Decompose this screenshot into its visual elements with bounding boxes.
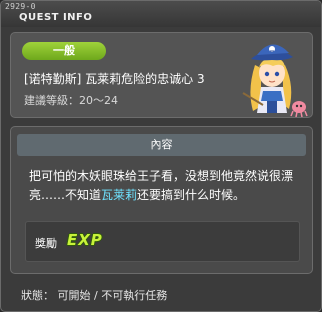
quest-description: 把可怕的木妖眼珠给王子看，没想到他竟然说很漂亮……不知道瓦莱莉还要搞到什么时候。 bbox=[29, 167, 304, 205]
exp-icon: EXP bbox=[67, 231, 103, 249]
quest-name: [诺特勤斯] 瓦莱莉危险的忠诚心 3 bbox=[24, 72, 205, 86]
quest-info-window: 2929-0 QUEST INFO 一般 [诺特勤斯] 瓦莱莉危险的忠诚心 3 … bbox=[0, 0, 322, 312]
reward-box: 獎勵 EXP bbox=[25, 221, 300, 262]
quest-status: 狀態： 可開始 / 不可執行任務 bbox=[21, 289, 168, 302]
window-title: QUEST INFO bbox=[19, 12, 93, 23]
reward-label: 獎勵 bbox=[35, 237, 57, 250]
quest-id: 2929-0 bbox=[5, 2, 36, 11]
quest-content-panel: 內容 把可怕的木妖眼珠给王子看，没想到他竟然说很漂亮……不知道瓦莱莉还要搞到什么… bbox=[10, 126, 313, 274]
content-section-title: 內容 bbox=[17, 134, 306, 156]
npc-name-highlight: 瓦莱莉 bbox=[101, 188, 138, 202]
title-bar[interactable]: 2929-0 QUEST INFO bbox=[1, 1, 321, 27]
quest-header-panel: 一般 [诺特勤斯] 瓦莱莉危险的忠诚心 3 建議等級：20～24 bbox=[10, 32, 313, 118]
description-text-end: 还要搞到什么时候。 bbox=[137, 188, 246, 202]
category-badge: 一般 bbox=[22, 42, 106, 60]
level-requirement: 建議等級：20～24 bbox=[24, 94, 118, 107]
npc-portrait bbox=[242, 44, 308, 117]
